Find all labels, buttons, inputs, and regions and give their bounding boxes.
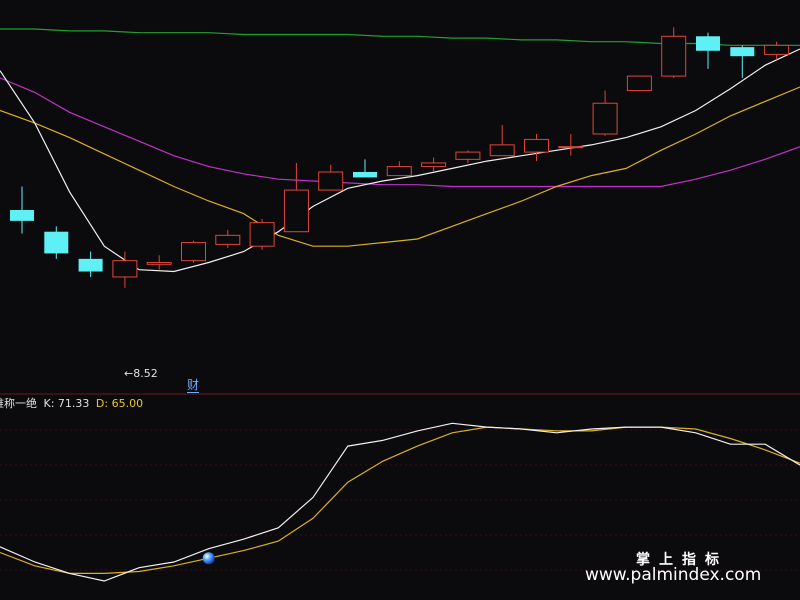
k-value-label: K: 71.33 — [43, 397, 90, 410]
candle-1 — [44, 226, 69, 259]
candle-22 — [764, 41, 790, 60]
candle-body — [318, 171, 344, 191]
candle-8 — [283, 162, 309, 233]
candle-body — [489, 144, 515, 157]
candle-21 — [730, 45, 755, 78]
watermark-url: www.palmindex.com — [585, 565, 762, 585]
candle-11 — [386, 161, 412, 177]
candle-body — [764, 44, 790, 55]
candle-body — [386, 166, 412, 177]
candle-body — [524, 138, 549, 153]
candle-body — [592, 102, 618, 135]
candle-3 — [112, 251, 138, 288]
candle-body — [181, 242, 206, 262]
candle-7 — [249, 219, 275, 250]
candle-10 — [353, 159, 377, 178]
candle-body — [353, 172, 377, 178]
candle-body — [696, 36, 720, 51]
candle-15 — [524, 134, 549, 162]
candle-body — [78, 258, 103, 272]
candle-5 — [181, 240, 206, 263]
candle-13 — [455, 150, 481, 163]
candle-body — [730, 47, 755, 57]
candle-9 — [318, 164, 344, 191]
low-price-annotation: ←8.52 — [124, 367, 158, 380]
candle-17 — [592, 90, 618, 136]
stock-chart — [0, 27, 800, 582]
candle-body — [44, 231, 69, 254]
kdj-grid — [0, 393, 800, 571]
candle-20 — [696, 32, 720, 69]
ma-white-line — [0, 48, 800, 273]
candle-body — [249, 222, 275, 247]
candlesticks — [10, 27, 790, 288]
candle-body — [10, 210, 34, 221]
candle-6 — [215, 229, 241, 248]
candle-4 — [146, 255, 172, 270]
candle-body — [146, 261, 172, 265]
candle-2 — [78, 251, 103, 277]
candle-body — [455, 151, 481, 160]
indicator-name: 难称一绝 — [0, 397, 37, 410]
candle-0 — [10, 186, 34, 234]
candle-body — [661, 35, 687, 77]
candle-body — [421, 162, 447, 168]
candle-body — [112, 260, 138, 278]
candle-body — [626, 75, 652, 92]
candle-18 — [626, 75, 652, 92]
candle-16 — [558, 134, 584, 156]
candle-14 — [489, 124, 515, 157]
signal-ball — [202, 552, 215, 565]
candle-12 — [421, 157, 447, 172]
candle-body — [215, 234, 241, 245]
candle-19 — [661, 27, 687, 78]
finance-marker[interactable]: 财 — [187, 379, 200, 393]
candle-body — [283, 189, 309, 233]
signal-marker — [202, 552, 215, 565]
d-value-label: D: 65.00 — [95, 397, 144, 410]
candle-body — [558, 146, 584, 149]
